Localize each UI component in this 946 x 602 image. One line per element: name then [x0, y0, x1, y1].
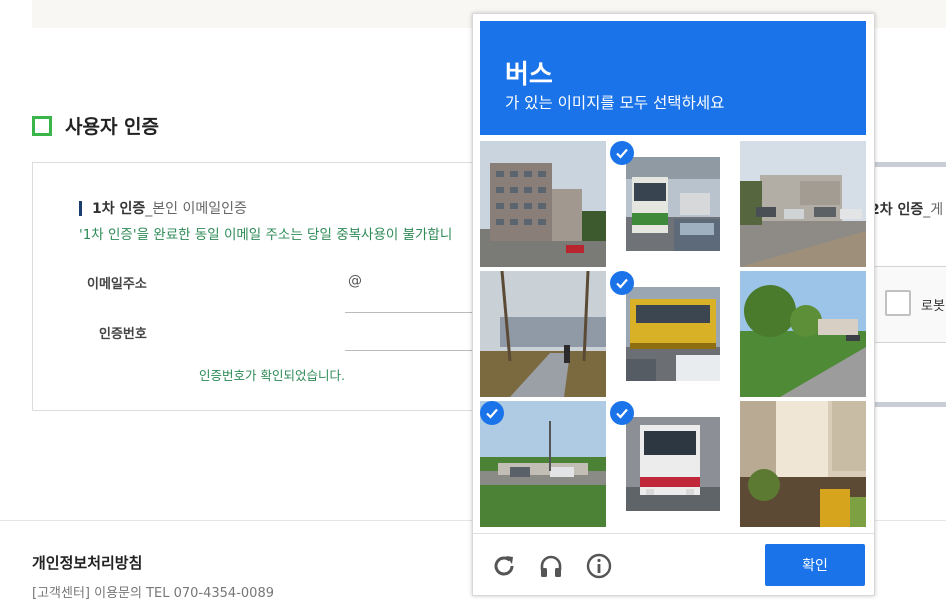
step1-title: 1차 인증	[92, 201, 146, 217]
captcha-challenge-dialog: 버스 가 있는 이미지를 모두 선택하세요 확인	[472, 13, 875, 596]
step2-top-divider	[868, 162, 946, 167]
checkmark-icon	[480, 401, 504, 425]
not-robot-checkbox[interactable]	[885, 290, 911, 316]
captcha-tile[interactable]	[740, 141, 866, 267]
not-robot-label: 로봇	[921, 299, 945, 314]
captcha-tile-selected[interactable]	[610, 401, 736, 527]
apartment-building-image	[480, 141, 606, 267]
recaptcha-widget: 로봇	[874, 266, 946, 343]
captcha-tile-selected[interactable]	[610, 271, 736, 397]
reload-icon[interactable]	[489, 551, 519, 581]
park-walkway-image	[480, 271, 606, 397]
section-header: 사용자 인증	[32, 112, 159, 139]
privacy-policy-link[interactable]: 개인정보처리방침	[32, 552, 142, 573]
code-confirmed-message: 인증번호가 확인되었습니다.	[199, 368, 345, 383]
audio-headphones-icon[interactable]	[536, 551, 566, 581]
step2-heading: 2차 인증_게	[870, 199, 943, 219]
info-icon[interactable]	[584, 551, 614, 581]
building-fence-image	[740, 401, 866, 527]
yellow-bus-image	[626, 287, 720, 381]
section-title: 사용자 인증	[65, 116, 160, 138]
duplicate-notice: '1차 인증'을 완료한 동일 이메일 주소는 당일 중복사용이 불가합니	[79, 227, 453, 243]
parking-lot-street-image	[740, 141, 866, 267]
captcha-tile[interactable]	[740, 271, 866, 397]
captcha-tile-selected[interactable]	[610, 141, 736, 267]
captcha-target-word: 버스	[505, 60, 553, 90]
verify-button[interactable]: 확인	[765, 544, 865, 586]
checkmark-icon	[610, 271, 634, 295]
step2-bottom-divider	[868, 402, 946, 407]
red-white-bus-image	[626, 417, 720, 511]
email-domain-field[interactable]	[345, 312, 473, 313]
step1-subtitle: _본인 이메일인증	[145, 201, 247, 217]
step2-panel: 2차 인증_게 로봇	[868, 162, 946, 407]
code-label: 인증번호	[99, 327, 147, 342]
tree-lined-road-image	[740, 271, 866, 397]
captcha-header: 버스 가 있는 이미지를 모두 선택하세요	[480, 21, 866, 135]
captcha-tile-selected[interactable]	[480, 401, 606, 527]
checkmark-icon	[610, 141, 634, 165]
checkmark-icon	[610, 401, 634, 425]
captcha-tile[interactable]	[480, 271, 606, 397]
captcha-instruction: 가 있는 이미지를 모두 선택하세요	[505, 94, 725, 112]
step2-title: 2차 인증	[870, 202, 924, 218]
captcha-footer-divider	[473, 533, 874, 534]
email-label: 이메일주소	[87, 277, 147, 292]
captcha-tile[interactable]	[740, 401, 866, 527]
customer-center-info: [고객센터] 이용문의 TEL 070-4354-0089	[32, 586, 274, 601]
section-square-icon	[32, 115, 52, 136]
email-at-sign: @	[348, 273, 362, 289]
step1-heading: 1차 인증 _본인 이메일인증	[79, 198, 247, 218]
bus-on-road-image	[626, 157, 720, 251]
heading-bar	[79, 200, 82, 216]
step2-subtitle: _게	[923, 202, 944, 218]
captcha-tile[interactable]	[480, 141, 606, 267]
captcha-image-grid	[480, 141, 866, 527]
code-field[interactable]	[345, 350, 473, 351]
